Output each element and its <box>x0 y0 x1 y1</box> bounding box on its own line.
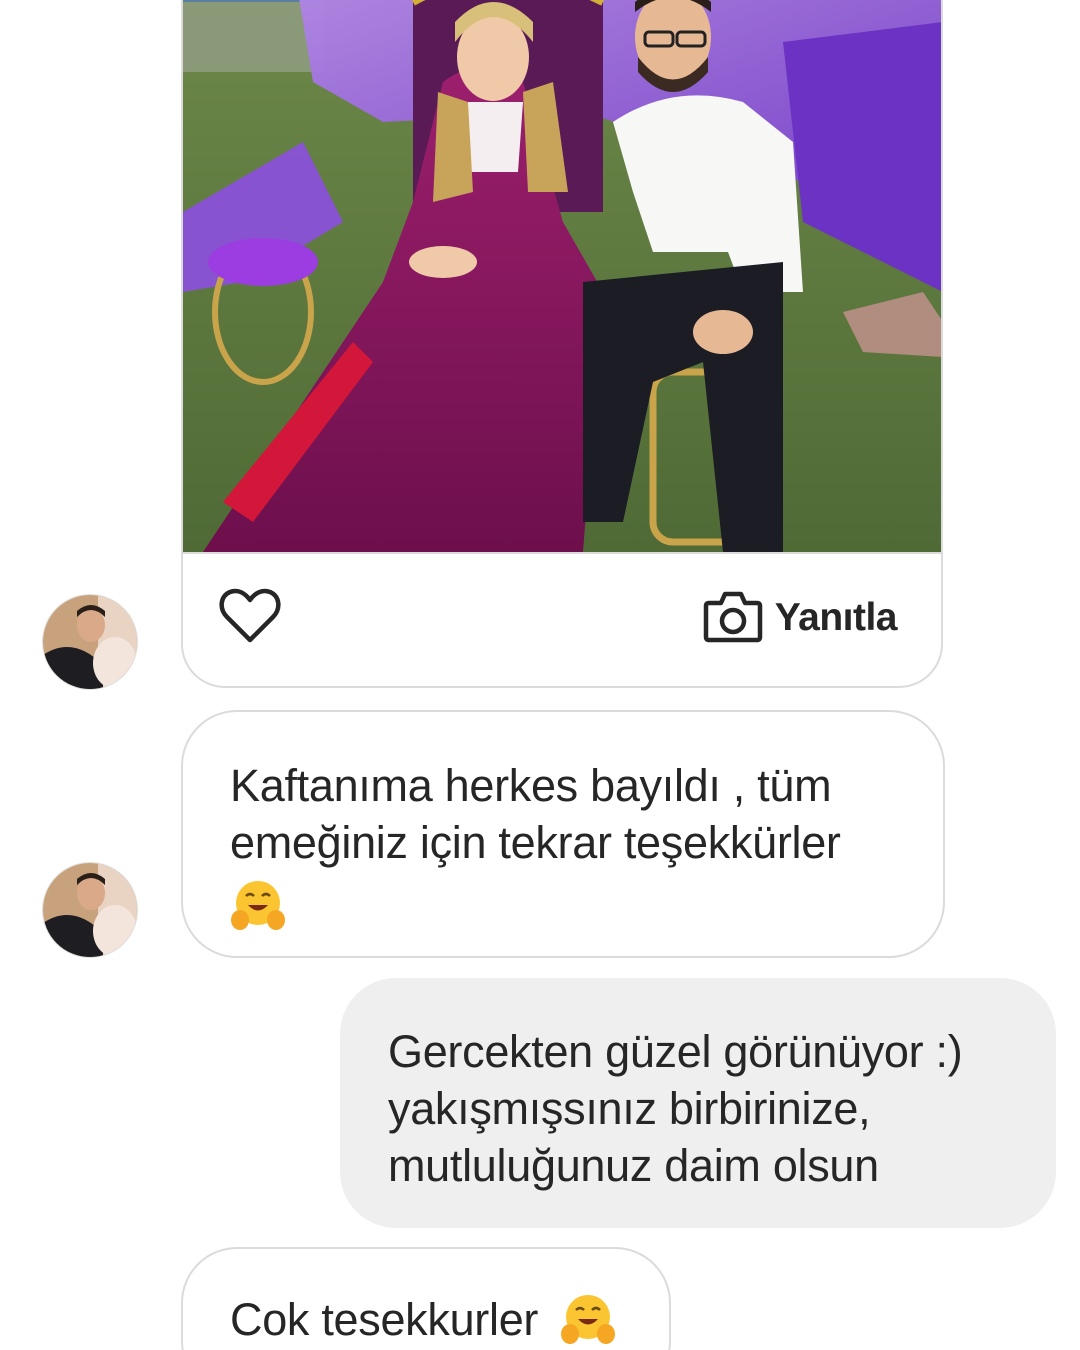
reply-label: Yanıtla <box>774 596 898 639</box>
message-bubble-received[interactable]: Cok tesekkurler <box>181 1247 671 1350</box>
message-bubble-received[interactable]: Kaftanıma herkes bayıldı , tüm emeğiniz … <box>181 710 945 958</box>
message-bubble-sent[interactable]: Gercekten güzel görünüyor :) yakışmışsın… <box>340 978 1056 1228</box>
shared-story-card[interactable]: Yanıtla <box>181 0 943 688</box>
heart-icon[interactable] <box>219 588 281 644</box>
message-text: Gercekten güzel görünüyor :) yakışmışsın… <box>388 1026 963 1191</box>
reply-with-camera-button[interactable]: Yanıtla <box>703 589 898 648</box>
dm-thread-screen: Yanıtla Kaftanıma herkes bayıldı , tüm e… <box>0 0 1080 1350</box>
story-actions-bar: Yanıtla <box>183 552 941 686</box>
sender-avatar[interactable] <box>42 862 138 958</box>
hugging-face-emoji <box>550 1294 616 1345</box>
sender-avatar[interactable] <box>42 594 138 690</box>
message-text: Kaftanıma herkes bayıldı , tüm emeğiniz … <box>230 760 841 868</box>
story-photo[interactable] <box>183 0 941 554</box>
message-text: Cok tesekkurler <box>230 1294 539 1345</box>
camera-icon <box>703 589 763 648</box>
hugging-face-emoji <box>230 873 897 932</box>
story-image <box>183 0 941 552</box>
